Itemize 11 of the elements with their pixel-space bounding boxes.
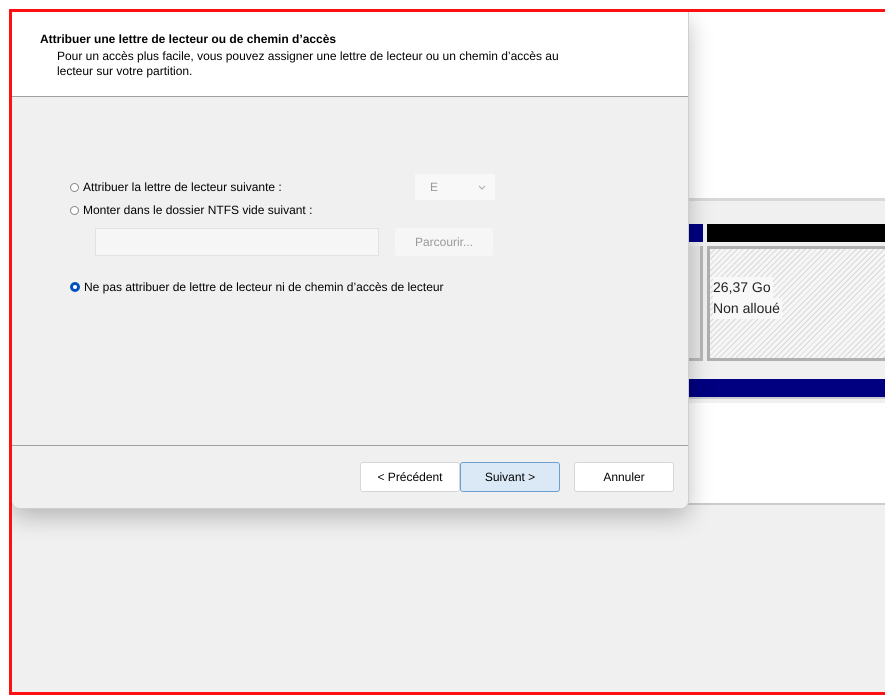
partition-status: Non alloué (713, 298, 782, 319)
chevron-down-icon (478, 184, 486, 190)
dialog-description: Pour un accès plus facile, vous pouvez assigner une lettre de lecteur ou un chemin d’accès au lecteur sur votre partition. (56, 49, 560, 79)
radio-button[interactable] (70, 282, 80, 292)
option-label[interactable]: Ne pas attribuer de lettre de lecteur ni de chemin d’accès de lecteur (84, 280, 444, 294)
wizard-button[interactable]: Annuler (574, 462, 674, 492)
unallocated-partition[interactable]: 26,37 Go Non alloué (707, 246, 885, 361)
wizard-button[interactable]: < Précédent (360, 462, 460, 492)
dialog-title: Attribuer une lettre de lecteur ou de chemin d’accès (40, 32, 338, 46)
wizard-button[interactable]: Suivant > (460, 462, 560, 492)
partition-size: 26,37 Go (713, 277, 773, 298)
